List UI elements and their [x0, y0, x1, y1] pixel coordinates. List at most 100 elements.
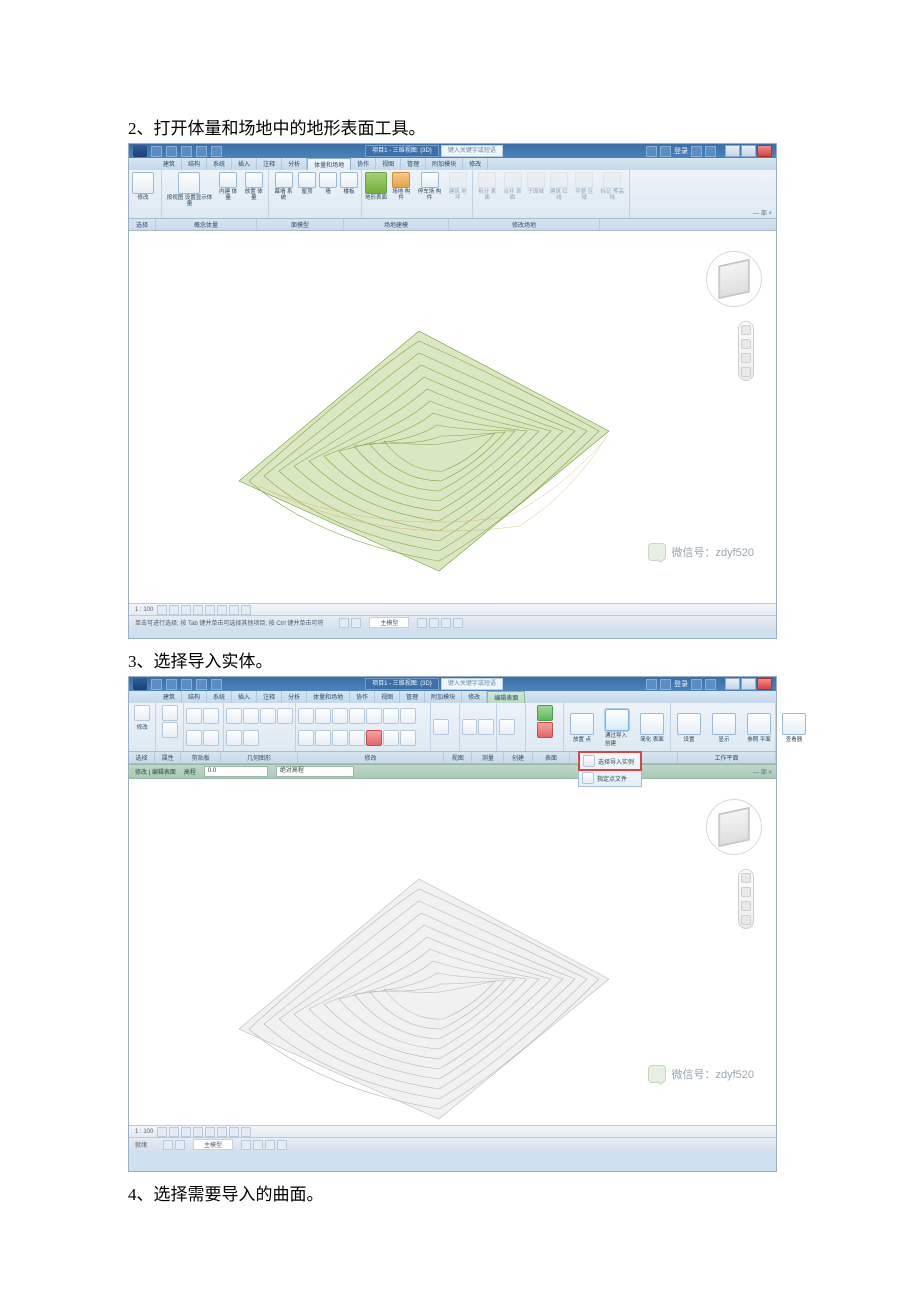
tool-finish[interactable] [537, 705, 553, 721]
sb-icon[interactable] [241, 1140, 251, 1150]
tool-pin[interactable] [349, 730, 365, 746]
tab-architecture[interactable]: 建筑 [157, 158, 182, 170]
qat-open-icon[interactable] [151, 146, 162, 157]
qat-redo-icon[interactable] [196, 146, 207, 157]
sb-icon[interactable] [339, 618, 349, 628]
tab-addins[interactable]: 附加模块 [426, 158, 463, 170]
login-label[interactable]: 登录 [674, 679, 688, 689]
tool-unpin[interactable] [400, 730, 416, 746]
tool-place-mass[interactable]: 放置 体量 [242, 172, 265, 201]
tool-group[interactable] [383, 730, 399, 746]
tool-viewer[interactable]: 查看器 [778, 711, 810, 743]
tab-annotate[interactable]: 注释 [257, 691, 282, 703]
tool-cutgeo[interactable] [243, 708, 259, 724]
nav-wheel-icon[interactable] [741, 873, 751, 883]
tool-wall[interactable]: 墙 [319, 172, 337, 195]
tab-view[interactable]: 视图 [375, 691, 400, 703]
tool-graded-region[interactable]: 平整 区域 [573, 172, 595, 201]
vc-sun-icon[interactable] [193, 605, 203, 615]
tool-offset[interactable] [315, 708, 331, 724]
tool-ref-plane[interactable]: 参照 平面 [743, 711, 775, 743]
tool-split[interactable] [298, 730, 314, 746]
tab-addins[interactable]: 附加模块 [425, 691, 462, 703]
login-label[interactable]: 登录 [674, 146, 688, 156]
min-button[interactable] [725, 145, 740, 157]
tool-modify[interactable] [134, 705, 150, 721]
exchange-icon[interactable] [691, 679, 702, 690]
tab-system[interactable]: 系统 [207, 691, 232, 703]
tool-delete[interactable] [366, 730, 382, 746]
options-elev-mode[interactable]: 绝对高程 [276, 766, 354, 777]
qat-undo-icon[interactable] [181, 146, 192, 157]
tab-insert[interactable]: 插入 [232, 158, 257, 170]
tool-inplace-mass[interactable]: 内建 体量 [217, 172, 240, 201]
nav-zoom-icon[interactable] [741, 353, 751, 363]
nav-bar[interactable] [738, 321, 754, 381]
infocenter-icon[interactable] [646, 679, 657, 690]
tool-copy2[interactable] [366, 708, 382, 724]
dropdown-points-file[interactable]: 指定点文件 [579, 770, 641, 786]
help-icon[interactable] [705, 679, 716, 690]
tool-simplify[interactable]: 简化 表面 [636, 711, 668, 743]
star-icon[interactable] [660, 146, 671, 157]
options-elev-input[interactable]: 0.0 [204, 766, 268, 777]
workset-label[interactable]: 主模型 [369, 617, 409, 628]
exchange-icon[interactable] [691, 146, 702, 157]
tool-label-contours[interactable]: 标记 等高线 [598, 172, 626, 201]
app-logo-icon[interactable] [133, 678, 147, 690]
viewcube[interactable] [704, 797, 764, 857]
tab-collaborate[interactable]: 协作 [351, 158, 376, 170]
tool-cut[interactable] [203, 708, 219, 724]
panel-collapse-label[interactable]: — 部 × [753, 767, 772, 776]
vc-crop-icon[interactable] [205, 605, 215, 615]
tool-join[interactable] [260, 708, 276, 724]
vc-detail-icon[interactable] [157, 605, 167, 615]
sb-icon[interactable] [277, 1140, 287, 1150]
vc-hide-icon[interactable] [217, 605, 227, 615]
tab-collaborate[interactable]: 协作 [350, 691, 375, 703]
nav-pan-icon[interactable] [741, 887, 751, 897]
viewcube[interactable] [704, 249, 764, 309]
3d-viewport[interactable]: 微信号：zdyf520 [129, 231, 776, 603]
vc-lock-icon[interactable] [241, 605, 251, 615]
sb-icon[interactable] [453, 618, 463, 628]
tool-paint[interactable] [277, 708, 293, 724]
qat-undo-icon[interactable] [181, 679, 192, 690]
tool-measure[interactable] [462, 719, 478, 735]
vc-icon[interactable] [169, 1127, 179, 1137]
tab-insert[interactable]: 插入 [232, 691, 257, 703]
nav-bar[interactable] [738, 869, 754, 929]
close-button[interactable] [757, 678, 772, 690]
tool-dimension[interactable] [478, 719, 494, 735]
app-logo-icon[interactable] [133, 145, 147, 157]
tool-pad[interactable]: 建筑 地坪 [446, 172, 469, 201]
sb-icon[interactable] [163, 1140, 173, 1150]
tool-properties[interactable] [162, 705, 178, 721]
tool-align[interactable] [298, 708, 314, 724]
tool-split-face[interactable] [226, 730, 242, 746]
qat-redo-icon[interactable] [196, 679, 207, 690]
vc-icon[interactable] [181, 1127, 191, 1137]
tab-system[interactable]: 系统 [207, 158, 232, 170]
workset-label[interactable]: 主模型 [193, 1139, 233, 1150]
nav-wheel-icon[interactable] [741, 325, 751, 335]
tool-view[interactable] [433, 719, 449, 735]
nav-pan-icon[interactable] [741, 339, 751, 349]
tool-copy[interactable] [186, 730, 202, 746]
search-field[interactable]: 键入关键字或短语 [441, 678, 503, 690]
tool-rotate[interactable] [383, 708, 399, 724]
tab-manage[interactable]: 管理 [400, 691, 425, 703]
tab-modify[interactable]: 修改 [462, 691, 487, 703]
tab-edit-surface[interactable]: 编辑表面 [487, 691, 525, 703]
max-button[interactable] [741, 678, 756, 690]
vc-icon[interactable] [157, 1127, 167, 1137]
tool-merge-surface[interactable]: 合并 表面 [501, 172, 523, 201]
tool-roof[interactable]: 屋顶 [298, 172, 316, 195]
sb-icon[interactable] [351, 618, 361, 628]
max-button[interactable] [741, 145, 756, 157]
tool-cope[interactable] [226, 708, 242, 724]
scale-label[interactable]: 1 : 100 [135, 1129, 153, 1135]
tab-analyze[interactable]: 分析 [282, 158, 307, 170]
min-button[interactable] [725, 678, 740, 690]
tool-trim[interactable] [400, 708, 416, 724]
